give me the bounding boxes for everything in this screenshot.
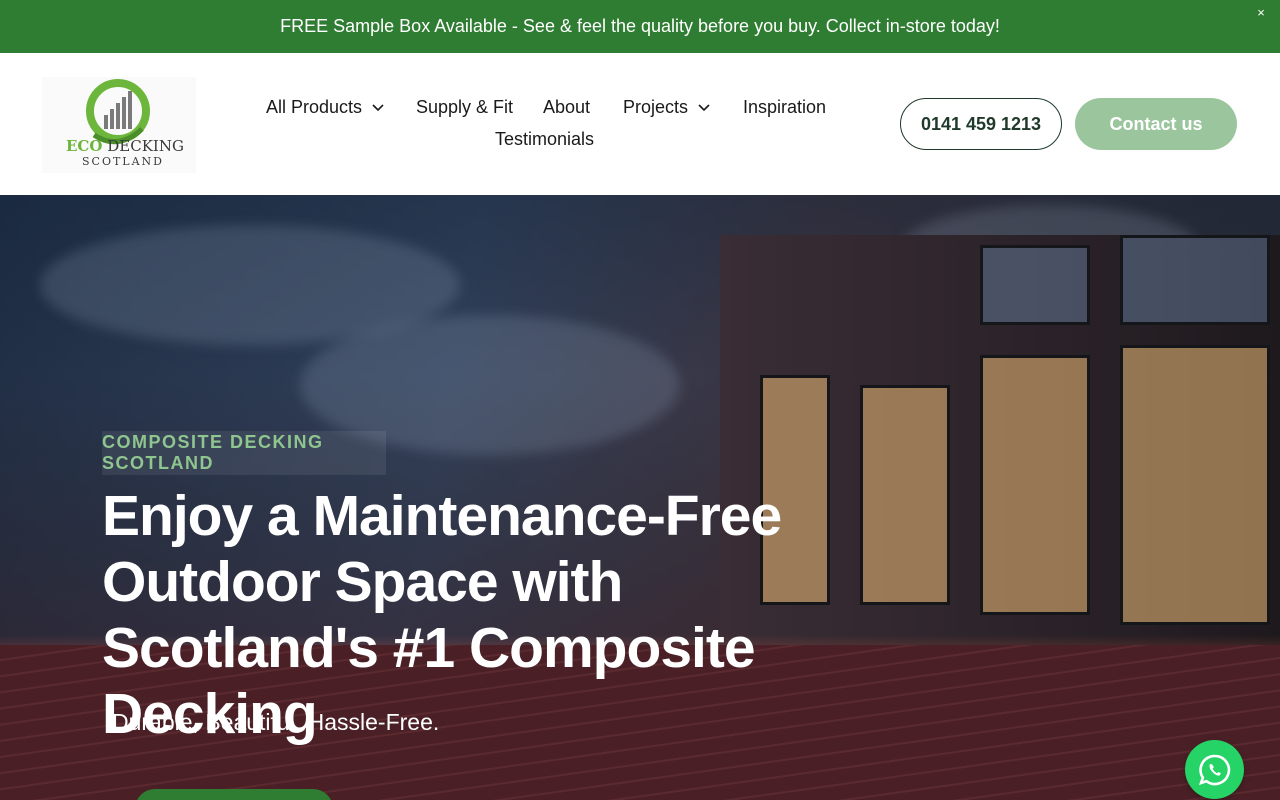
nav-item-all-products[interactable]: All Products: [266, 97, 384, 118]
chevron-down-icon: [698, 103, 710, 111]
phone-button[interactable]: 0141 459 1213: [900, 98, 1062, 150]
nav-item-supply-fit[interactable]: Supply & Fit: [416, 97, 513, 118]
nav-item-inspiration[interactable]: Inspiration: [743, 97, 826, 118]
hero-eyebrow: Composite Decking Scotland: [102, 431, 386, 475]
contact-us-button[interactable]: Contact us: [1075, 98, 1237, 150]
hero-subtitle: Durable, Beautiful, Hassle-Free.: [112, 709, 440, 735]
hero-cta-button[interactable]: [135, 789, 333, 800]
building-window: [980, 245, 1090, 325]
site-logo[interactable]: ECO DECKING SCOTLAND: [42, 77, 196, 173]
announcement-bar: FREE Sample Box Available - See & feel t…: [0, 0, 1280, 53]
building-window: [980, 355, 1090, 615]
site-header: ECO DECKING SCOTLAND All Products Supply…: [0, 53, 1280, 195]
hero-title: Enjoy a Maintenance-Free Outdoor Space w…: [102, 484, 782, 746]
nav-item-label: About: [543, 97, 591, 117]
whatsapp-button[interactable]: [1185, 740, 1244, 799]
building-window: [1120, 235, 1270, 325]
nav-item-label: Testimonials: [495, 129, 595, 149]
nav-item-label: Inspiration: [743, 97, 827, 117]
logo-sub-text: SCOTLAND: [82, 155, 164, 168]
logo-decking-text: DECKING: [107, 137, 184, 155]
announcement-text: FREE Sample Box Available - See & feel t…: [280, 16, 1000, 36]
announcement-close-button[interactable]: ×: [1252, 4, 1270, 22]
chevron-down-icon: [372, 103, 384, 111]
nav-item-projects[interactable]: Projects: [623, 97, 710, 118]
whatsapp-icon: [1198, 754, 1230, 785]
logo-eco-text: ECO: [66, 137, 103, 155]
hero-section: Composite Decking Scotland Enjoy a Maint…: [0, 195, 1280, 800]
nav-item-label: All Products: [266, 97, 363, 117]
nav-item-testimonials[interactable]: Testimonials: [495, 129, 594, 150]
nav-item-about[interactable]: About: [543, 97, 590, 118]
nav-item-label: Supply & Fit: [416, 97, 514, 117]
building-window: [1120, 345, 1270, 625]
nav-item-label: Projects: [623, 97, 689, 117]
main-nav: All Products Supply & Fit About Projects…: [250, 93, 850, 163]
